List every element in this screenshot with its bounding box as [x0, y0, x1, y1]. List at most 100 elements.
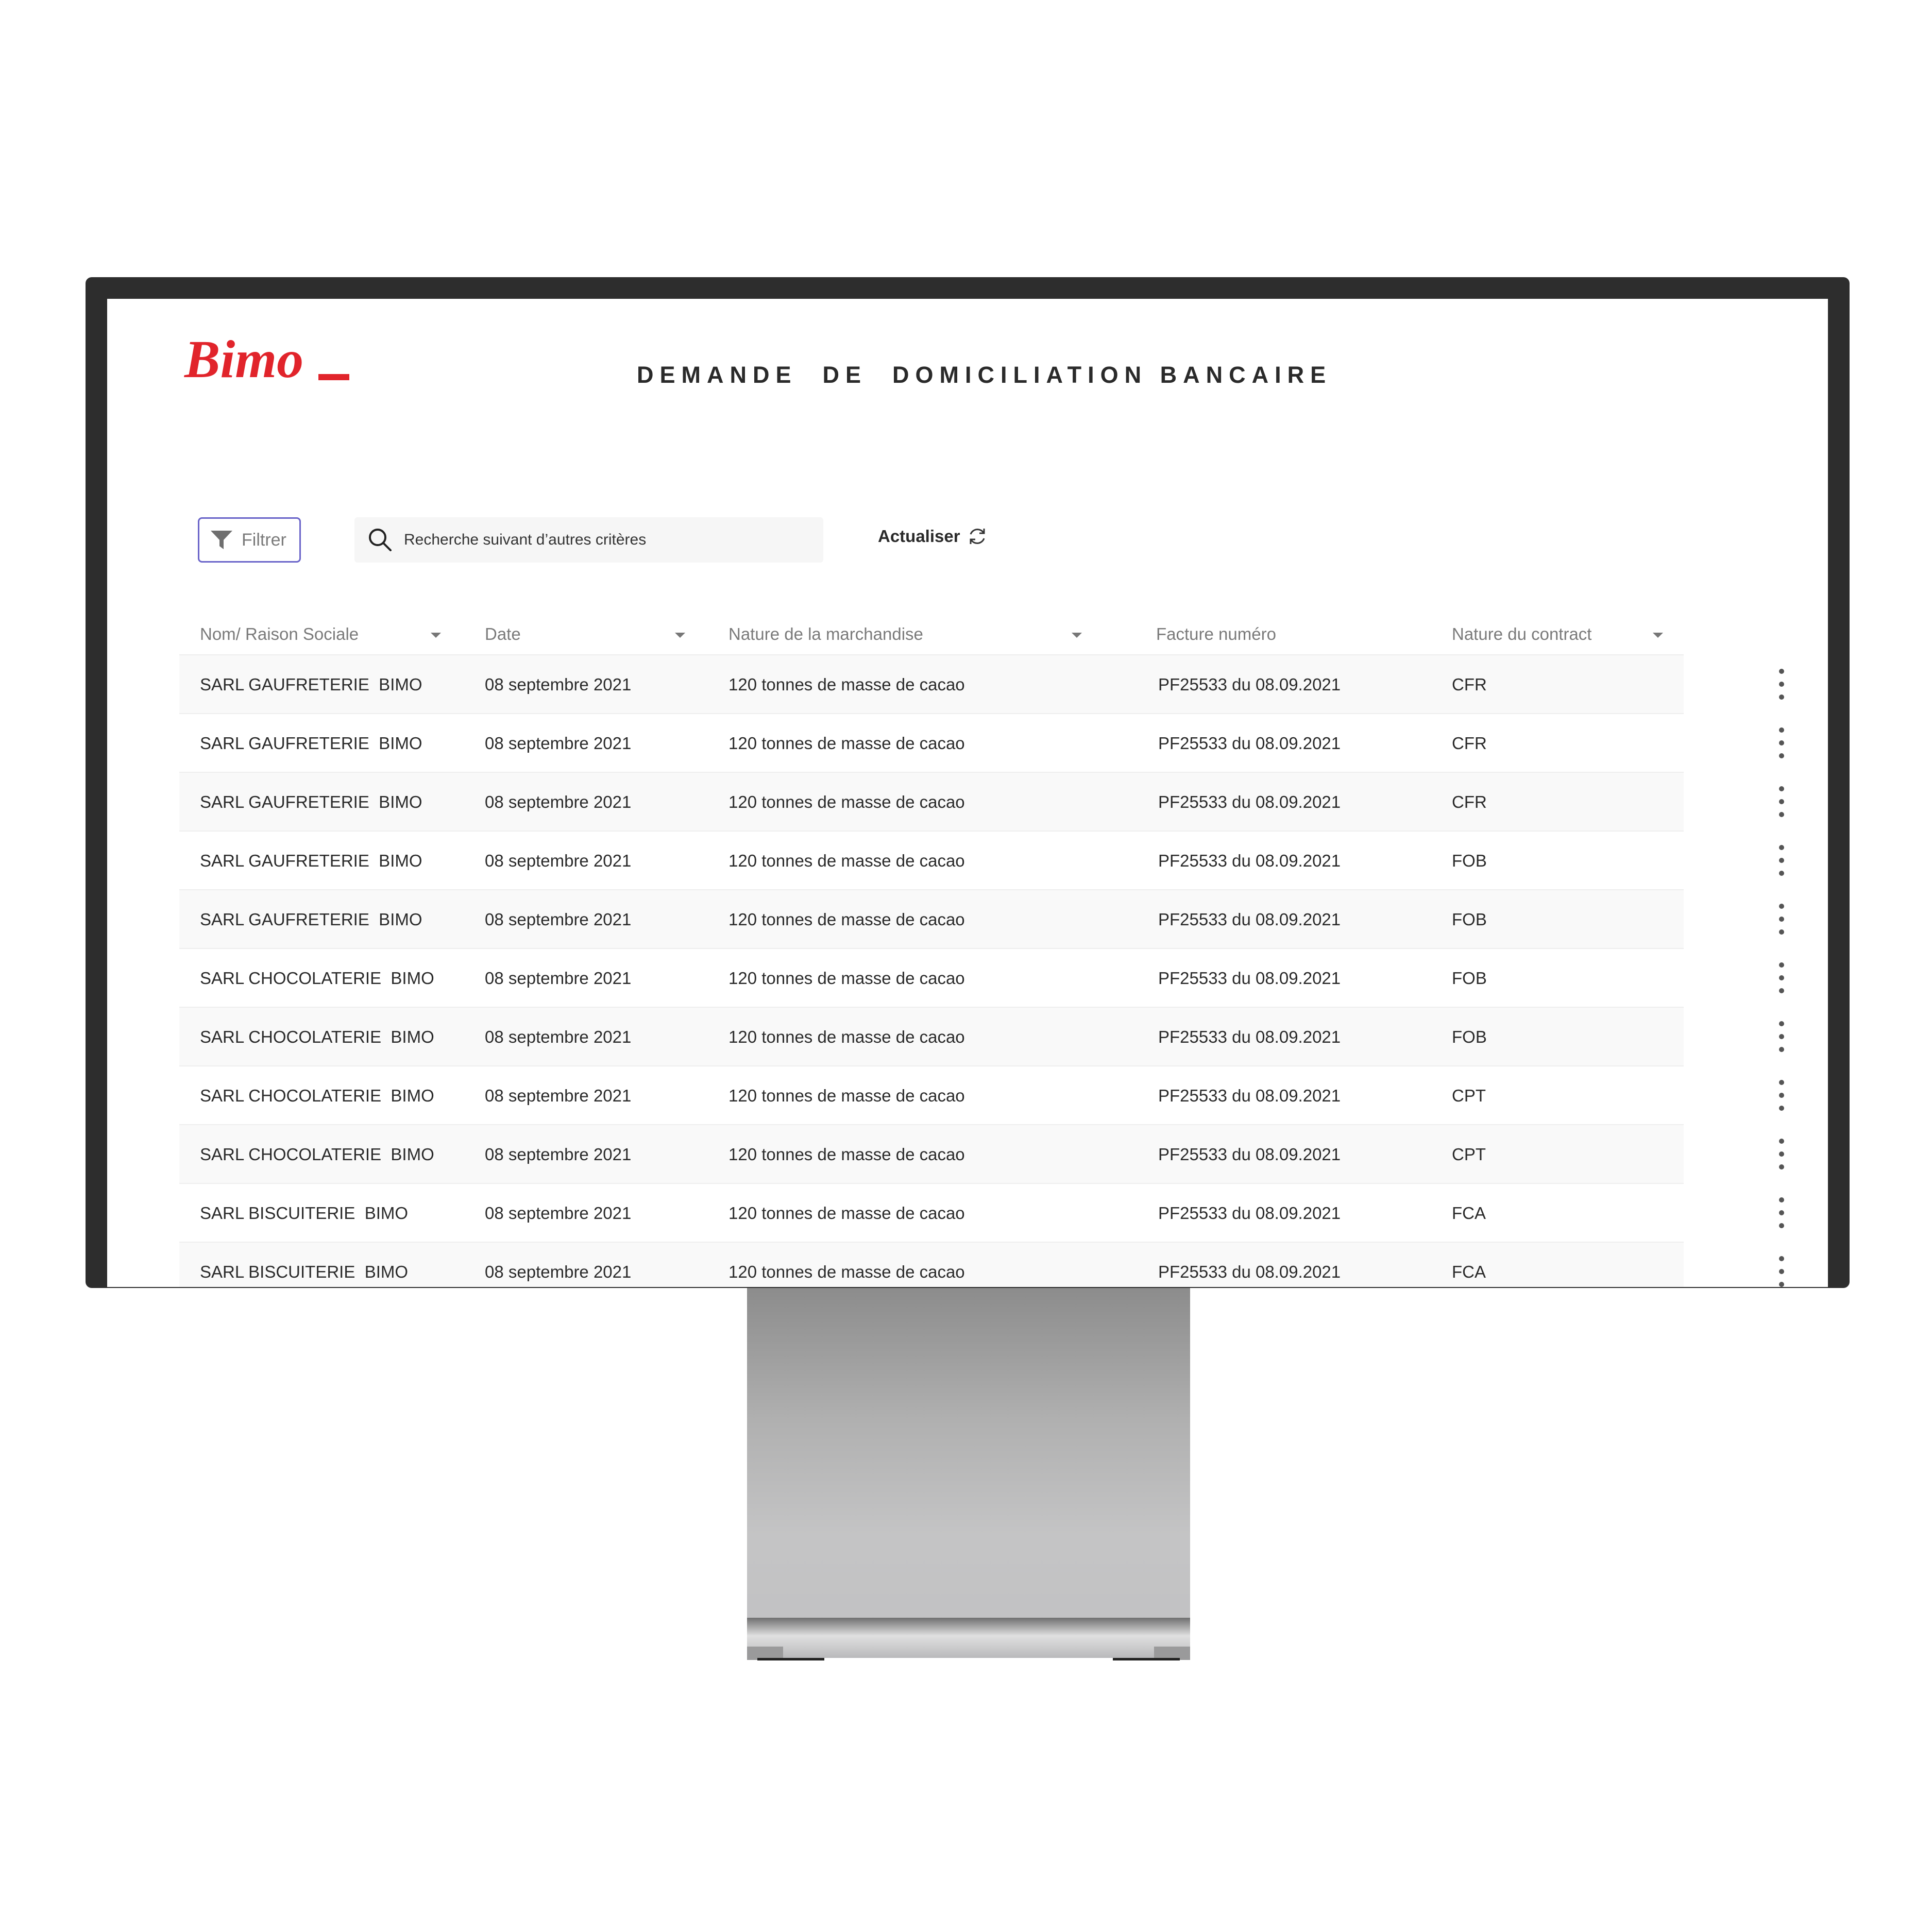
row-actions-kebab-icon[interactable]	[1775, 1197, 1788, 1228]
row-actions-kebab-icon[interactable]	[1775, 962, 1788, 993]
table-row[interactable]: SARL CHOCOLATERIE BIMO 08 septembre 2021 1…	[179, 1066, 1784, 1125]
cell-goods: 120 tonnes de masse de cacao	[728, 675, 965, 694]
cell-invoice: PF25533 du 08.09.2021	[1158, 1204, 1341, 1223]
cell-name: SARL CHOCOLATERIE BIMO	[200, 969, 434, 988]
column-header-invoice: Facture numéro	[1156, 624, 1276, 643]
row-actions-kebab-icon[interactable]	[1775, 904, 1788, 935]
requests-table: Nom/ Raison Sociale Date Nature de la ma…	[179, 618, 1784, 1287]
cell-invoice: PF25533 du 08.09.2021	[1158, 1086, 1341, 1105]
cell-invoice: PF25533 du 08.09.2021	[1158, 792, 1341, 811]
table-row[interactable]: SARL CHOCOLATERIE BIMO 08 septembre 2021 1…	[179, 1125, 1784, 1184]
refresh-icon	[970, 529, 985, 544]
stand-foot	[1113, 1658, 1180, 1660]
svg-text:Bimo: Bimo	[184, 330, 303, 389]
cell-goods: 120 tonnes de masse de cacao	[728, 792, 965, 811]
cell-name: SARL GAUFRETERIE BIMO	[200, 792, 422, 811]
row-actions-kebab-icon[interactable]	[1775, 1139, 1788, 1170]
cell-name: SARL GAUFRETERIE BIMO	[200, 675, 422, 694]
cell-date: 08 septembre 2021	[485, 910, 632, 929]
cell-name: SARL BISCUITERIE BIMO	[200, 1204, 409, 1223]
sort-caret-icon[interactable]	[1072, 633, 1082, 638]
row-actions-kebab-icon[interactable]	[1775, 727, 1788, 758]
column-header-goods[interactable]: Nature de la marchandise	[728, 624, 923, 644]
table-row[interactable]: SARL GAUFRETERIE BIMO 08 septembre 2021 12…	[179, 773, 1784, 832]
cell-date: 08 septembre 2021	[485, 851, 632, 870]
cell-date: 08 septembre 2021	[485, 675, 632, 694]
sort-caret-icon[interactable]	[1653, 633, 1663, 638]
cell-goods: 120 tonnes de masse de cacao	[728, 1262, 965, 1281]
cell-contract: CPT	[1452, 1086, 1486, 1105]
search-input[interactable]	[403, 531, 807, 549]
cell-name: SARL CHOCOLATERIE BIMO	[200, 1027, 434, 1046]
cell-contract: CFR	[1452, 675, 1487, 694]
table-row[interactable]: SARL GAUFRETERIE BIMO 08 septembre 2021 12…	[179, 655, 1784, 714]
monitor-stand-base	[747, 1618, 1190, 1658]
column-header-contract[interactable]: Nature du contract	[1452, 624, 1591, 644]
search-box[interactable]	[354, 517, 823, 563]
cell-invoice: PF25533 du 08.09.2021	[1158, 1145, 1341, 1164]
cell-name: SARL GAUFRETERIE BIMO	[200, 851, 422, 870]
cell-date: 08 septembre 2021	[485, 1027, 632, 1046]
cell-contract: FOB	[1452, 851, 1487, 870]
row-actions-kebab-icon[interactable]	[1775, 845, 1788, 876]
cell-invoice: PF25533 du 08.09.2021	[1158, 1262, 1341, 1281]
app-screen: Bimo DEMANDE DE DOMICILIATION BANCAIRE F…	[107, 299, 1828, 1287]
monitor-stand	[747, 1288, 1190, 1618]
table-row[interactable]: SARL GAUFRETERIE BIMO 08 septembre 2021 12…	[179, 890, 1784, 949]
column-header-date[interactable]: Date	[485, 624, 521, 644]
cell-goods: 120 tonnes de masse de cacao	[728, 969, 965, 988]
cell-name: SARL CHOCOLATERIE BIMO	[200, 1086, 434, 1105]
cell-name: SARL GAUFRETERIE BIMO	[200, 734, 422, 753]
cell-contract: CPT	[1452, 1145, 1486, 1164]
cell-goods: 120 tonnes de masse de cacao	[728, 1027, 965, 1046]
table-row[interactable]: SARL GAUFRETERIE BIMO 08 septembre 2021 12…	[179, 714, 1784, 773]
table-row[interactable]: SARL GAUFRETERIE BIMO 08 septembre 2021 12…	[179, 832, 1784, 890]
filter-button[interactable]: Filtrer	[198, 517, 301, 563]
stand-foot	[757, 1658, 824, 1660]
refresh-button[interactable]: Actualiser	[878, 526, 988, 547]
cell-contract: CFR	[1452, 792, 1487, 811]
filter-button-label: Filtrer	[242, 530, 286, 550]
cell-name: SARL CHOCOLATERIE BIMO	[200, 1145, 434, 1164]
table-row[interactable]: SARL BISCUITERIE BIMO 08 septembre 2021 12…	[179, 1184, 1784, 1243]
sort-caret-icon[interactable]	[675, 633, 685, 638]
cell-goods: 120 tonnes de masse de cacao	[728, 1086, 965, 1105]
cell-invoice: PF25533 du 08.09.2021	[1158, 675, 1341, 694]
cell-name: SARL BISCUITERIE BIMO	[200, 1262, 409, 1281]
row-actions-kebab-icon[interactable]	[1775, 786, 1788, 817]
search-icon	[369, 529, 392, 551]
row-actions-kebab-icon[interactable]	[1775, 1021, 1788, 1052]
table-row[interactable]: SARL CHOCOLATERIE BIMO 08 septembre 2021 1…	[179, 1008, 1784, 1066]
cell-invoice: PF25533 du 08.09.2021	[1158, 910, 1341, 929]
cell-contract: FOB	[1452, 1027, 1487, 1046]
cell-contract: FOB	[1452, 910, 1487, 929]
cell-invoice: PF25533 du 08.09.2021	[1158, 851, 1341, 870]
cell-date: 08 septembre 2021	[485, 1086, 632, 1105]
cell-goods: 120 tonnes de masse de cacao	[728, 851, 965, 870]
monitor-bezel: Bimo DEMANDE DE DOMICILIATION BANCAIRE F…	[86, 277, 1850, 1288]
cell-date: 08 septembre 2021	[485, 792, 632, 811]
cell-date: 08 septembre 2021	[485, 734, 632, 753]
cell-goods: 120 tonnes de masse de cacao	[728, 1145, 965, 1164]
bimo-logo: Bimo	[184, 330, 349, 389]
row-actions-kebab-icon[interactable]	[1775, 1080, 1788, 1111]
table-body: SARL GAUFRETERIE BIMO 08 septembre 2021 12…	[179, 655, 1784, 1287]
row-actions-kebab-icon[interactable]	[1775, 1256, 1788, 1287]
cell-invoice: PF25533 du 08.09.2021	[1158, 969, 1341, 988]
cell-contract: FOB	[1452, 969, 1487, 988]
cell-contract: FCA	[1452, 1262, 1486, 1281]
cell-goods: 120 tonnes de masse de cacao	[728, 734, 965, 753]
table-row[interactable]: SARL CHOCOLATERIE BIMO 08 septembre 2021 1…	[179, 949, 1784, 1008]
cell-invoice: PF25533 du 08.09.2021	[1158, 1027, 1341, 1046]
cell-date: 08 septembre 2021	[485, 1262, 632, 1281]
cell-goods: 120 tonnes de masse de cacao	[728, 1204, 965, 1223]
column-header-name[interactable]: Nom/ Raison Sociale	[200, 624, 359, 644]
cell-date: 08 septembre 2021	[485, 1145, 632, 1164]
row-actions-kebab-icon[interactable]	[1775, 669, 1788, 700]
funnel-icon	[211, 531, 232, 549]
cell-name: SARL GAUFRETERIE BIMO	[200, 910, 422, 929]
sort-caret-icon[interactable]	[431, 633, 441, 638]
cell-date: 08 septembre 2021	[485, 969, 632, 988]
cell-contract: FCA	[1452, 1204, 1486, 1223]
table-row[interactable]: SARL BISCUITERIE BIMO 08 septembre 2021 12…	[179, 1243, 1784, 1287]
